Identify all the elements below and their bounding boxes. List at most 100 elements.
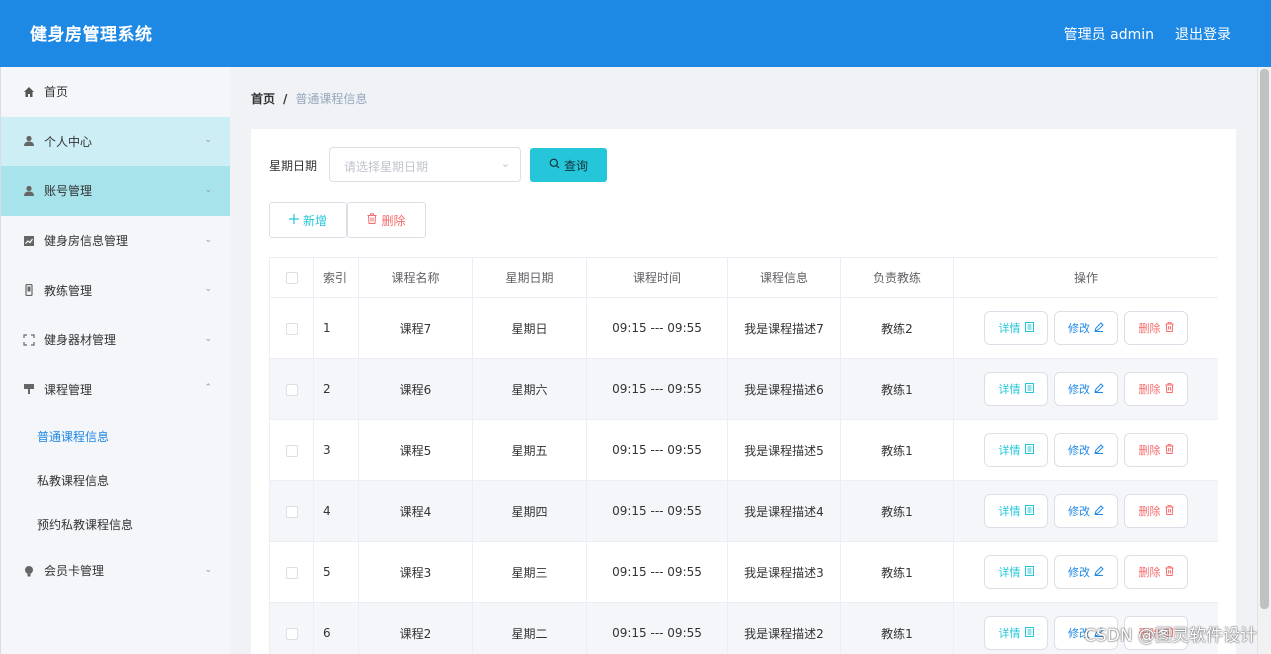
- sidebar-item-member-card[interactable]: 会员卡管理 ⌄: [1, 546, 230, 596]
- sidebar-item-label: 健身器材管理: [44, 333, 117, 348]
- detail-button[interactable]: 详情: [984, 311, 1048, 345]
- cell-course-name: 课程2: [358, 602, 473, 654]
- cell-course-time: 09:15 --- 09:55: [586, 297, 728, 359]
- edit-icon: [1094, 321, 1104, 335]
- scrollbar-thumb[interactable]: [1260, 69, 1269, 609]
- detail-button[interactable]: 详情: [984, 555, 1048, 589]
- search-button[interactable]: 查询: [530, 148, 607, 182]
- cell-index: 4: [313, 480, 359, 542]
- row-select-cell[interactable]: [269, 541, 314, 603]
- row-checkbox[interactable]: [285, 383, 298, 396]
- table-row: 2 课程6 星期六 09:15 --- 09:55 我是课程描述6 教练1 详情 修改 删除: [269, 358, 1218, 420]
- row-select-cell[interactable]: [269, 480, 314, 542]
- detail-button-label: 详情: [998, 444, 1021, 457]
- remove-button[interactable]: 删除: [1124, 494, 1188, 528]
- table-row: 4 课程4 星期四 09:15 --- 09:55 我是课程描述4 教练1 详情 修改 删除: [269, 480, 1218, 542]
- trash-icon: [1165, 443, 1174, 457]
- breadcrumb-home[interactable]: 首页: [251, 92, 275, 106]
- cell-course-name: 课程4: [358, 480, 473, 542]
- trash-icon: [1165, 382, 1174, 396]
- cell-course-info: 我是课程描述3: [727, 541, 841, 603]
- cell-coach: 教练1: [840, 480, 954, 542]
- row-select-cell[interactable]: [269, 358, 314, 420]
- remove-button-label: 删除: [1138, 566, 1161, 579]
- edit-button[interactable]: 修改: [1054, 494, 1118, 528]
- chevron-down-icon: ⌄: [204, 284, 212, 295]
- trash-icon: [1165, 565, 1174, 579]
- edit-button[interactable]: 修改: [1054, 433, 1118, 467]
- add-button[interactable]: 新增: [269, 202, 347, 238]
- sidebar-item-label: 课程管理: [44, 382, 93, 397]
- cell-weekday: 星期二: [472, 602, 587, 654]
- edit-button[interactable]: 修改: [1054, 372, 1118, 406]
- remove-button[interactable]: 删除: [1124, 372, 1188, 406]
- batch-delete-button[interactable]: 删除: [347, 202, 426, 238]
- cell-weekday: 星期日: [472, 297, 587, 359]
- column-header: 课程名称: [358, 257, 473, 298]
- sidebar-item-home[interactable]: 首页: [1, 67, 230, 117]
- row-checkbox[interactable]: [285, 627, 298, 640]
- cell-index: 2: [313, 358, 359, 420]
- page-scrollbar[interactable]: [1257, 67, 1271, 654]
- cell-operations: 详情 修改 删除: [953, 297, 1218, 359]
- detail-button[interactable]: 详情: [984, 433, 1048, 467]
- sidebar-subitem-private-course[interactable]: 私教课程信息: [1, 458, 230, 502]
- sidebar-item-account[interactable]: 账号管理 ⌄: [1, 166, 230, 216]
- edit-button-label: 修改: [1068, 505, 1090, 518]
- cell-coach: 教练1: [840, 358, 954, 420]
- edit-button[interactable]: 修改: [1054, 555, 1118, 589]
- cell-index: 1: [313, 297, 359, 359]
- cell-coach: 教练1: [840, 419, 954, 481]
- detail-button-label: 详情: [998, 627, 1021, 640]
- row-checkbox[interactable]: [285, 505, 298, 518]
- select-all-cell[interactable]: [269, 257, 314, 298]
- cell-course-info: 我是课程描述5: [727, 419, 841, 481]
- cell-weekday: 星期三: [472, 541, 587, 603]
- edit-button[interactable]: 修改: [1054, 311, 1118, 345]
- sidebar-subitem-booking-private-course[interactable]: 预约私教课程信息: [1, 502, 230, 546]
- row-checkbox[interactable]: [285, 444, 298, 457]
- sidebar-item-label: 账号管理: [44, 184, 93, 199]
- row-select-cell[interactable]: [269, 419, 314, 481]
- select-all-checkbox[interactable]: [285, 272, 298, 284]
- sidebar-subitem-normal-course[interactable]: 普通课程信息: [1, 414, 230, 458]
- row-select-cell[interactable]: [269, 602, 314, 654]
- sidebar-item-equipment[interactable]: 健身器材管理 ⌄: [1, 315, 230, 365]
- cell-operations: 详情 修改 删除: [953, 541, 1218, 603]
- sidebar-item-coach[interactable]: 教练管理 ⌄: [1, 265, 230, 315]
- sign-icon: [22, 382, 36, 396]
- detail-button-label: 详情: [998, 383, 1021, 396]
- chart-icon: [22, 234, 36, 248]
- chevron-up-icon: ⌃: [204, 383, 212, 394]
- sidebar-item-personal-center[interactable]: 个人中心 ⌄: [1, 116, 230, 167]
- weekday-select[interactable]: 请选择星期日期 ⌄: [329, 147, 521, 182]
- cell-course-time: 09:15 --- 09:55: [586, 602, 728, 654]
- detail-button[interactable]: 详情: [984, 372, 1048, 406]
- sidebar-item-course[interactable]: 课程管理 ⌃: [1, 365, 230, 415]
- column-header: 索引: [313, 257, 359, 298]
- row-checkbox[interactable]: [285, 322, 298, 335]
- row-select-cell[interactable]: [269, 297, 314, 359]
- cell-coach: 教练1: [840, 541, 954, 603]
- detail-button[interactable]: 详情: [984, 616, 1048, 650]
- remove-button[interactable]: 删除: [1124, 433, 1188, 467]
- sidebar-item-label: 首页: [44, 85, 69, 100]
- row-checkbox[interactable]: [285, 566, 298, 579]
- cell-index: 6: [313, 602, 359, 654]
- plus-icon: [288, 213, 299, 227]
- edit-icon: [1094, 504, 1104, 518]
- remove-button[interactable]: 删除: [1124, 311, 1188, 345]
- chevron-down-icon: ⌄: [204, 184, 212, 195]
- edit-button-label: 修改: [1068, 566, 1090, 579]
- detail-button[interactable]: 详情: [984, 494, 1048, 528]
- table-body: 1 课程7 星期日 09:15 --- 09:55 我是课程描述7 教练2 详情 修改 删除 2 课…: [269, 297, 1218, 654]
- search-button-label: 查询: [563, 158, 588, 173]
- remove-button-label: 删除: [1138, 383, 1161, 396]
- sidebar-item-gym-info[interactable]: 健身房信息管理 ⌄: [1, 216, 230, 266]
- chevron-down-icon: ⌄: [500, 157, 510, 170]
- remove-button[interactable]: 删除: [1124, 555, 1188, 589]
- logout-link[interactable]: 退出登录: [1175, 24, 1231, 44]
- content-panel: 星期日期 请选择星期日期 ⌄ 查询 新增 删除 索引 课程名称 星期日期 课程时…: [251, 129, 1236, 654]
- chevron-down-icon: ⌄: [204, 135, 212, 146]
- table-header: 索引 课程名称 星期日期 课程时间 课程信息 负责教练 操作: [269, 257, 1218, 298]
